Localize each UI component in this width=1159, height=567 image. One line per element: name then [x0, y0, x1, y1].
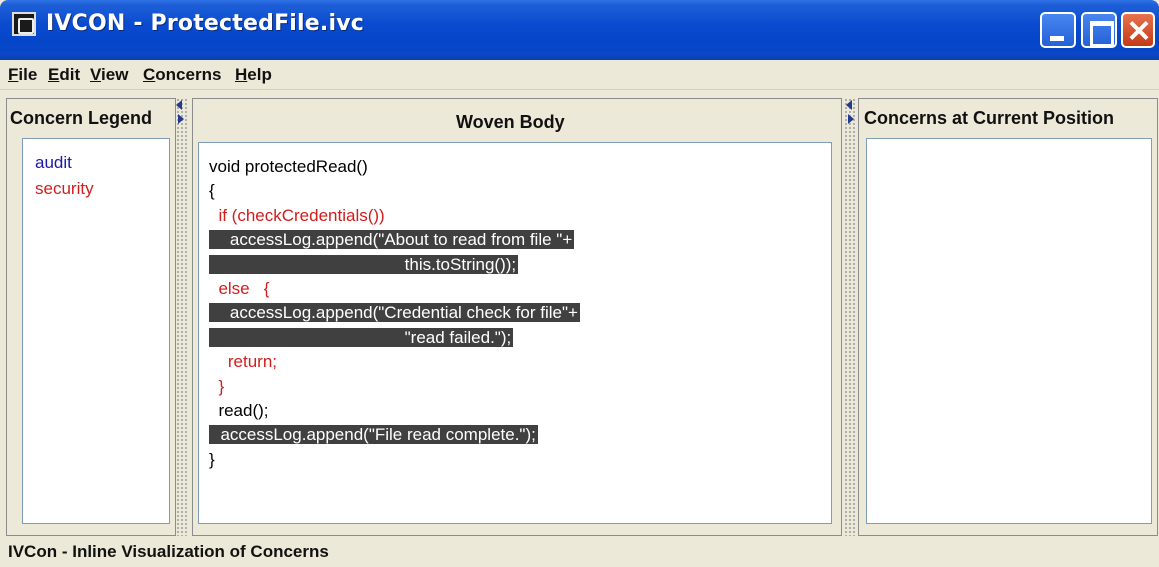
close-button[interactable]: [1121, 12, 1155, 48]
code-line[interactable]: this.toString());: [209, 253, 519, 277]
code-line[interactable]: }: [209, 375, 224, 399]
code-line[interactable]: "read failed.");: [209, 326, 514, 350]
maximize-button[interactable]: [1081, 12, 1117, 48]
code-text: }: [209, 449, 215, 469]
code-line[interactable]: }: [209, 448, 215, 472]
menu-concerns[interactable]: Concerns: [143, 65, 221, 85]
woven-header: Woven Body: [456, 112, 565, 132]
app-icon[interactable]: [12, 12, 36, 36]
window-title: IVCON - ProtectedFile.ivc: [46, 11, 364, 36]
current-concerns-list[interactable]: [866, 138, 1152, 524]
title-bar[interactable]: IVCON - ProtectedFile.ivc: [0, 0, 1159, 60]
code-text: this.toString());: [209, 254, 519, 274]
code-text: accessLog.append("About to read from fil…: [209, 230, 575, 250]
code-line[interactable]: accessLog.append("Credential check for f…: [209, 301, 580, 325]
minimize-button[interactable]: [1040, 12, 1076, 48]
code-text: accessLog.append("Credential check for f…: [209, 303, 580, 323]
code-text: {: [209, 181, 215, 201]
status-text: IVCon - Inline Visualization of Concerns: [8, 542, 329, 561]
code-line[interactable]: void protectedRead(): [209, 155, 368, 179]
code-text: }: [209, 376, 225, 396]
code-text: void protectedRead(): [209, 157, 368, 176]
code-line[interactable]: {: [209, 179, 215, 203]
split-divider-right[interactable]: [844, 98, 856, 536]
code-text: "read failed.");: [209, 327, 514, 347]
status-bar: IVCon - Inline Visualization of Concerns: [0, 538, 1159, 567]
code-text: if (checkCredentials()): [209, 205, 385, 225]
code-line[interactable]: if (checkCredentials()): [209, 204, 385, 228]
collapse-left-arrow-icon-2[interactable]: [846, 100, 852, 110]
code-line[interactable]: return;: [209, 350, 277, 374]
split-divider-left[interactable]: [176, 98, 188, 536]
code-line[interactable]: else {: [209, 277, 269, 301]
code-line[interactable]: accessLog.append("File read complete.");: [209, 423, 538, 447]
expand-right-arrow-icon[interactable]: [178, 114, 184, 124]
menu-file[interactable]: File: [8, 65, 37, 85]
current-header: Concerns at Current Position: [864, 108, 1115, 128]
code-line[interactable]: read();: [209, 399, 269, 423]
code-text: read();: [209, 401, 269, 420]
menu-help[interactable]: Help: [235, 65, 272, 85]
legend-list[interactable]: audit security: [22, 138, 170, 524]
legend-item-security[interactable]: security: [35, 179, 94, 199]
collapse-left-arrow-icon[interactable]: [176, 100, 182, 110]
legend-item-audit[interactable]: audit: [35, 153, 72, 173]
woven-editor[interactable]: void protectedRead() { if (checkCredentia…: [198, 142, 832, 524]
legend-header: Concern Legend: [10, 108, 153, 128]
code-text: return;: [209, 352, 278, 372]
menu-bar: File Edit View Concerns Help: [0, 60, 1159, 90]
code-text: else {: [209, 279, 270, 298]
code-line[interactable]: accessLog.append("About to read from fil…: [209, 228, 575, 252]
menu-view[interactable]: View: [90, 65, 128, 85]
code-text: accessLog.append("File read complete.");: [209, 425, 538, 445]
menu-edit[interactable]: Edit: [48, 65, 80, 85]
expand-right-arrow-icon-2[interactable]: [848, 114, 854, 124]
main-window: IVCON - ProtectedFile.ivc File Edit View…: [0, 0, 1159, 567]
